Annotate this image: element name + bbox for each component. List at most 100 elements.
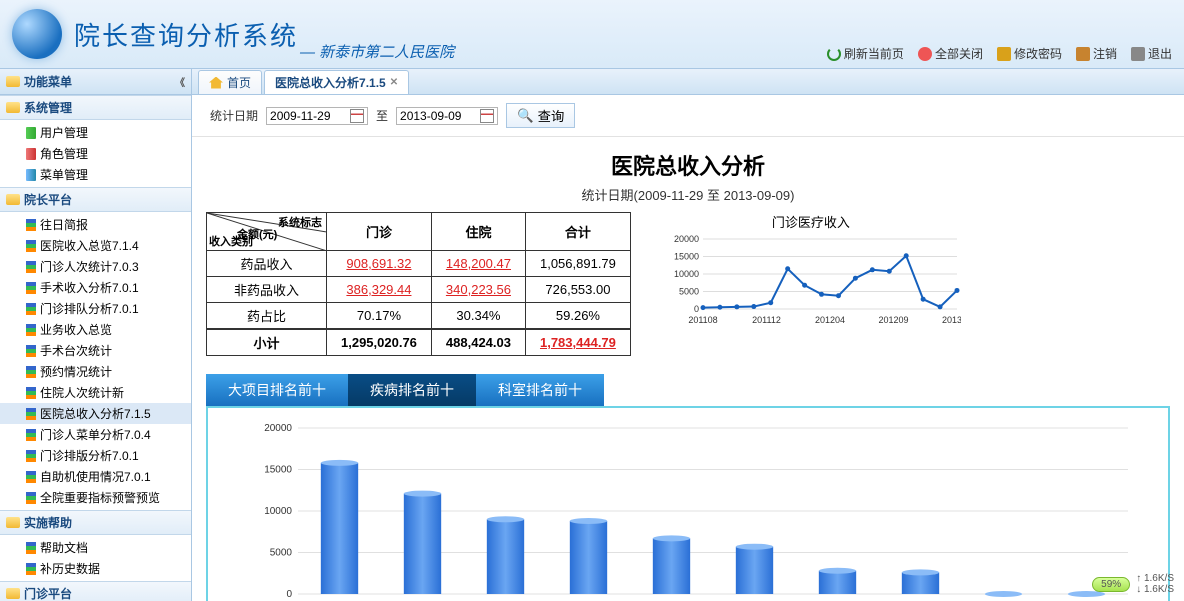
- item-icon: [26, 366, 36, 378]
- calendar-icon[interactable]: [480, 109, 494, 123]
- status-percent: 59%: [1092, 577, 1130, 592]
- rank-tabs: 大项目排名前十 疾病排名前十 科室排名前十: [206, 374, 1170, 406]
- tab-active[interactable]: 医院总收入分析7.1.5✕: [264, 70, 409, 94]
- sidebar-item[interactable]: 预约情况统计: [0, 361, 191, 382]
- sidebar-item[interactable]: 往日简报: [0, 214, 191, 235]
- collapse-sidebar-icon[interactable]: 《: [175, 74, 185, 89]
- report-content: 医院总收入分析 统计日期(2009-11-29 至 2013-09-09) 系统…: [192, 137, 1184, 601]
- svg-text:5000: 5000: [679, 287, 699, 297]
- cell[interactable]: 340,223.56: [431, 277, 525, 303]
- item-icon: [26, 450, 36, 462]
- filter-label: 统计日期: [210, 107, 258, 124]
- item-icon: [26, 240, 36, 252]
- svg-text:201204: 201204: [815, 315, 845, 325]
- row-label: 药品收入: [207, 251, 327, 277]
- sidebar-item[interactable]: 全院重要指标预警预览: [0, 487, 191, 508]
- sidebar-item[interactable]: 补历史数据: [0, 558, 191, 579]
- sidebar-item[interactable]: 角色管理: [0, 143, 191, 164]
- svg-text:0: 0: [286, 589, 292, 600]
- folder-icon: [6, 517, 20, 528]
- item-icon: [26, 492, 36, 504]
- svg-text:10000: 10000: [264, 506, 292, 517]
- item-icon: [26, 127, 36, 139]
- rank-tab-project[interactable]: 大项目排名前十: [206, 374, 348, 406]
- cell[interactable]: 908,691.32: [327, 251, 432, 277]
- sidebar-item[interactable]: 住院人次统计新: [0, 382, 191, 403]
- col-header: 合计: [525, 213, 630, 251]
- cell[interactable]: 386,329.44: [327, 277, 432, 303]
- sidebar-category[interactable]: 门诊平台: [0, 581, 191, 601]
- exit-icon: [1131, 47, 1145, 61]
- search-icon: 🔍: [517, 108, 534, 124]
- filter-bar: 统计日期 至 🔍查询: [192, 95, 1184, 137]
- report-title: 医院总收入分析: [206, 149, 1170, 181]
- svg-text:201108: 201108: [688, 315, 717, 325]
- cell: 59.26%: [525, 303, 630, 330]
- cell: 726,553.00: [525, 277, 630, 303]
- sidebar-item[interactable]: 手术收入分析7.0.1: [0, 277, 191, 298]
- sidebar-item[interactable]: 门诊人菜单分析7.0.4: [0, 424, 191, 445]
- item-icon: [26, 429, 36, 441]
- sidebar-category[interactable]: 实施帮助: [0, 510, 191, 535]
- sidebar-item[interactable]: 医院总收入分析7.1.5: [0, 403, 191, 424]
- svg-text:15000: 15000: [674, 252, 699, 262]
- mini-line-chart: 门诊医疗收入 050001000015000200002011082011122…: [661, 212, 961, 328]
- sidebar-item[interactable]: 门诊排队分析7.0.1: [0, 298, 191, 319]
- sidebar-category[interactable]: 院长平台: [0, 187, 191, 212]
- item-icon: [26, 563, 36, 575]
- col-header: 住院: [431, 213, 525, 251]
- item-icon: [26, 303, 36, 315]
- exit-button[interactable]: 退出: [1131, 45, 1172, 62]
- main-area: 首页 医院总收入分析7.1.5✕ 统计日期 至 🔍查询 医院总收入分析 统计日期…: [192, 69, 1184, 601]
- rank-tab-dept[interactable]: 科室排名前十: [476, 374, 604, 406]
- date-to[interactable]: [396, 107, 498, 125]
- change-password-button[interactable]: 修改密码: [997, 45, 1062, 62]
- sidebar-item[interactable]: 医院收入总览7.1.4: [0, 235, 191, 256]
- logout-button[interactable]: 注销: [1076, 45, 1117, 62]
- close-tab-icon[interactable]: ✕: [390, 77, 398, 88]
- svg-text:10000: 10000: [674, 269, 699, 279]
- calendar-icon[interactable]: [350, 109, 364, 123]
- svg-text:15000: 15000: [264, 465, 292, 476]
- sidebar-category[interactable]: 系统管理: [0, 95, 191, 120]
- net-up: ↑ 1.6K/S: [1136, 573, 1174, 584]
- home-icon: [209, 77, 223, 89]
- cell[interactable]: 148,200.47: [431, 251, 525, 277]
- sidebar-item[interactable]: 菜单管理: [0, 164, 191, 185]
- cell: 70.17%: [327, 303, 432, 330]
- svg-text:20000: 20000: [674, 235, 699, 244]
- sidebar-item[interactable]: 门诊排版分析7.0.1: [0, 445, 191, 466]
- svg-text:201112: 201112: [752, 315, 781, 325]
- key-icon: [997, 47, 1011, 61]
- summary-table: 系统标志 金额(元) 收入类别 门诊 住院 合计 药品收入908,691.321…: [206, 212, 631, 356]
- sidebar-item[interactable]: 帮助文档: [0, 537, 191, 558]
- sidebar-item[interactable]: 业务收入总览: [0, 319, 191, 340]
- date-from-input[interactable]: [270, 109, 350, 123]
- top-toolbar: 刷新当前页 全部关闭 修改密码 注销 退出: [827, 45, 1172, 62]
- item-icon: [26, 387, 36, 399]
- query-button[interactable]: 🔍查询: [506, 103, 575, 128]
- close-all-button[interactable]: 全部关闭: [918, 45, 983, 62]
- rank-tab-disease[interactable]: 疾病排名前十: [348, 374, 476, 406]
- date-to-input[interactable]: [400, 109, 480, 123]
- row-label: 药占比: [207, 303, 327, 330]
- app-header: 院长查询分析系统 — 新泰市第二人民医院 刷新当前页 全部关闭 修改密码 注销 …: [0, 0, 1184, 68]
- cell: 30.34%: [431, 303, 525, 330]
- folder-icon: [6, 76, 20, 87]
- hospital-name: — 新泰市第二人民医院: [300, 41, 454, 62]
- net-down: ↓ 1.6K/S: [1136, 584, 1174, 595]
- rank-panel: 05000100001500020000白血病严重的食物中毒食道恶性肿瘤白内障乳…: [206, 406, 1170, 601]
- sidebar-item[interactable]: 自助机使用情况7.0.1: [0, 466, 191, 487]
- svg-text:5000: 5000: [270, 548, 293, 559]
- date-from[interactable]: [266, 107, 368, 125]
- tab-home[interactable]: 首页: [198, 70, 262, 94]
- item-icon: [26, 169, 36, 181]
- sidebar-item[interactable]: 手术台次统计: [0, 340, 191, 361]
- item-icon: [26, 261, 36, 273]
- sidebar-item[interactable]: 用户管理: [0, 122, 191, 143]
- svg-text:20000: 20000: [264, 423, 292, 434]
- item-icon: [26, 219, 36, 231]
- sidebar-item[interactable]: 门诊人次统计7.0.3: [0, 256, 191, 277]
- svg-text:0: 0: [694, 304, 699, 314]
- refresh-button[interactable]: 刷新当前页: [827, 45, 904, 62]
